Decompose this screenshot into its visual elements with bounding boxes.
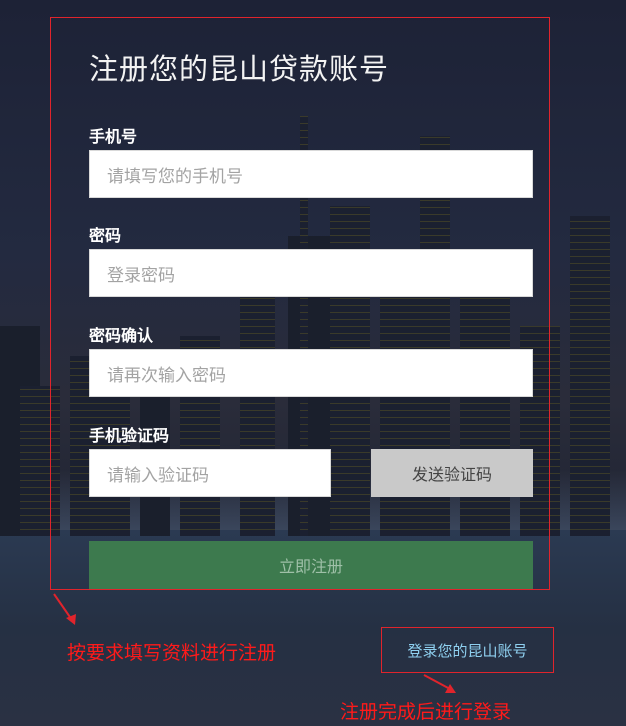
password-label: 密码 xyxy=(89,226,122,245)
sms-code-input[interactable]: 请输入验证码 xyxy=(89,449,331,497)
login-account-link[interactable]: 登录您的昆山账号 xyxy=(381,627,554,673)
send-code-button[interactable]: 发送验证码 xyxy=(371,449,533,497)
page-title: 注册您的昆山贷款账号 xyxy=(89,52,390,86)
phone-label: 手机号 xyxy=(89,127,138,146)
confirm-password-label: 密码确认 xyxy=(89,326,154,345)
sms-code-label: 手机验证码 xyxy=(89,426,170,445)
login-hint-annotation: 注册完成后进行登录 xyxy=(340,701,512,723)
arrow-down-right-icon xyxy=(423,674,456,693)
form-highlight-frame xyxy=(50,17,550,590)
confirm-password-input[interactable]: 请再次输入密码 xyxy=(89,349,533,397)
register-button[interactable]: 立即注册 xyxy=(89,541,533,589)
fill-hint-annotation: 按要求填写资料进行注册 xyxy=(67,642,277,664)
password-input[interactable]: 登录密码 xyxy=(89,249,533,297)
phone-input[interactable]: 请填写您的手机号 xyxy=(89,150,533,198)
arrow-down-right-icon xyxy=(53,593,76,625)
